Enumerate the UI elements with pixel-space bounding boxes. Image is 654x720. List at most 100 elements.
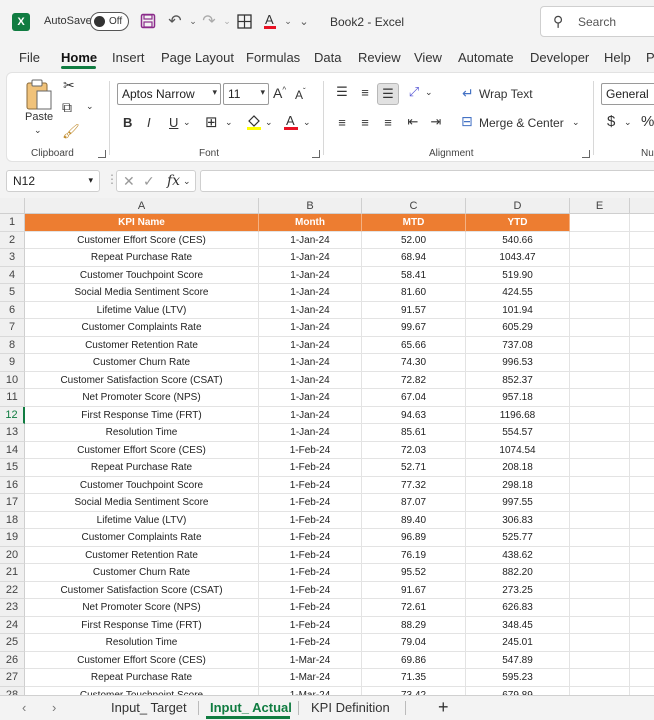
cell[interactable] bbox=[570, 266, 630, 284]
search-box[interactable]: ⚲ Search bbox=[540, 6, 654, 37]
cell[interactable] bbox=[630, 249, 654, 267]
cell[interactable]: Customer Effort Score (CES) bbox=[25, 231, 259, 249]
cell[interactable] bbox=[570, 669, 630, 687]
cell[interactable]: 1-Jan-24 bbox=[259, 371, 362, 389]
orientation-icon[interactable]: ⤢ bbox=[403, 81, 425, 103]
cell[interactable] bbox=[570, 319, 630, 337]
cell[interactable] bbox=[570, 354, 630, 372]
cell[interactable]: 1043.47 bbox=[466, 249, 570, 267]
cell[interactable]: 208.18 bbox=[466, 459, 570, 477]
format-painter-icon[interactable]: 🖌 bbox=[62, 123, 80, 140]
sheet-tab-input-actual[interactable]: Input_ Actual bbox=[210, 700, 292, 715]
cell[interactable] bbox=[630, 389, 654, 407]
cell[interactable] bbox=[570, 581, 630, 599]
cell[interactable] bbox=[570, 546, 630, 564]
align-right-icon[interactable]: ≡ bbox=[377, 111, 399, 133]
cut-icon[interactable]: ✂ bbox=[63, 77, 75, 94]
merge-center-dropdown-icon[interactable]: ⌄ bbox=[572, 117, 580, 128]
cell[interactable]: 1-Jan-24 bbox=[259, 249, 362, 267]
column-header-d[interactable]: D bbox=[466, 198, 570, 214]
cell[interactable]: 58.41 bbox=[362, 266, 466, 284]
cell[interactable]: 737.08 bbox=[466, 336, 570, 354]
cell[interactable]: Customer Touchpoint Score bbox=[25, 266, 259, 284]
cell[interactable]: 1-Jan-24 bbox=[259, 406, 362, 424]
cell[interactable] bbox=[630, 459, 654, 477]
cell[interactable] bbox=[570, 651, 630, 669]
row-header[interactable]: 2 bbox=[0, 231, 25, 249]
cell[interactable] bbox=[570, 599, 630, 617]
row-header[interactable]: 22 bbox=[0, 581, 25, 599]
cell[interactable]: Customer Complaints Rate bbox=[25, 529, 259, 547]
row-header[interactable]: 12 bbox=[0, 406, 25, 424]
cell[interactable] bbox=[630, 424, 654, 442]
alignment-launcher-icon[interactable] bbox=[582, 150, 590, 158]
cell[interactable]: Net Promoter Score (NPS) bbox=[25, 389, 259, 407]
cell[interactable]: Customer Satisfaction Score (CSAT) bbox=[25, 371, 259, 389]
cell[interactable]: 1-Feb-24 bbox=[259, 494, 362, 512]
borders-icon[interactable]: ⊞ bbox=[205, 113, 218, 131]
row-header[interactable]: 7 bbox=[0, 319, 25, 337]
cell[interactable] bbox=[630, 302, 654, 319]
column-header-b[interactable]: B bbox=[259, 198, 362, 214]
cell[interactable]: 1-Jan-24 bbox=[259, 266, 362, 284]
underline-dropdown-icon[interactable]: ⌄ bbox=[183, 117, 191, 128]
cell[interactable]: Customer Churn Rate bbox=[25, 354, 259, 372]
cell[interactable] bbox=[630, 319, 654, 337]
cancel-icon[interactable]: ✕ bbox=[123, 173, 135, 190]
cell[interactable] bbox=[570, 424, 630, 442]
row-header[interactable]: 8 bbox=[0, 336, 25, 354]
cell[interactable]: Repeat Purchase Rate bbox=[25, 249, 259, 267]
clipboard-launcher-icon[interactable] bbox=[98, 150, 106, 158]
tab-data[interactable]: Data bbox=[314, 50, 341, 65]
cell[interactable] bbox=[570, 231, 630, 249]
column-header-f[interactable] bbox=[630, 198, 654, 214]
cell[interactable]: Customer Churn Rate bbox=[25, 564, 259, 582]
select-all-corner[interactable] bbox=[0, 198, 25, 214]
row-header[interactable]: 18 bbox=[0, 511, 25, 529]
cell[interactable]: Customer Touchpoint Score bbox=[25, 686, 259, 695]
cell[interactable]: 68.94 bbox=[362, 249, 466, 267]
cell[interactable]: 81.60 bbox=[362, 284, 466, 302]
cell[interactable]: 52.00 bbox=[362, 231, 466, 249]
increase-indent-icon[interactable]: ⇥ bbox=[425, 111, 447, 133]
tab-insert[interactable]: Insert bbox=[112, 50, 145, 65]
insert-function-button[interactable]: fx bbox=[167, 173, 180, 189]
fx-dropdown-icon[interactable]: ⌄ bbox=[183, 176, 191, 187]
bold-button[interactable]: B bbox=[123, 115, 132, 130]
header-cell[interactable] bbox=[630, 214, 654, 232]
cell[interactable]: 95.52 bbox=[362, 564, 466, 582]
cell[interactable]: 1-Jan-24 bbox=[259, 424, 362, 442]
row-header[interactable]: 17 bbox=[0, 494, 25, 512]
cell[interactable]: 71.35 bbox=[362, 669, 466, 687]
cell[interactable]: 101.94 bbox=[466, 301, 570, 319]
currency-format-button[interactable]: $ bbox=[607, 113, 615, 130]
cell[interactable]: 1-Feb-24 bbox=[259, 634, 362, 652]
cell[interactable] bbox=[630, 599, 654, 617]
cell[interactable]: 519.90 bbox=[466, 266, 570, 284]
confirm-icon[interactable]: ✓ bbox=[143, 173, 155, 190]
cell[interactable] bbox=[570, 284, 630, 302]
cell[interactable]: Lifetime Value (LTV) bbox=[25, 301, 259, 319]
cell[interactable] bbox=[630, 442, 654, 459]
cell[interactable]: 997.55 bbox=[466, 494, 570, 512]
cell[interactable]: 91.67 bbox=[362, 581, 466, 599]
font-name-select[interactable]: Aptos Narrow ▾ bbox=[117, 83, 221, 105]
tab-developer[interactable]: Developer bbox=[530, 50, 589, 65]
cell[interactable]: 554.57 bbox=[466, 424, 570, 442]
cell[interactable]: 298.18 bbox=[466, 476, 570, 494]
header-cell[interactable]: KPI Name bbox=[25, 214, 259, 232]
cell[interactable] bbox=[570, 389, 630, 407]
header-cell[interactable]: Month bbox=[259, 214, 362, 232]
cell[interactable]: 1-Feb-24 bbox=[259, 441, 362, 459]
cell[interactable]: 1-Mar-24 bbox=[259, 651, 362, 669]
cell[interactable] bbox=[630, 372, 654, 389]
cell[interactable] bbox=[630, 337, 654, 354]
cell[interactable]: 1-Feb-24 bbox=[259, 564, 362, 582]
cell[interactable]: Repeat Purchase Rate bbox=[25, 459, 259, 477]
cell[interactable]: 852.37 bbox=[466, 371, 570, 389]
cell[interactable]: 1-Jan-24 bbox=[259, 354, 362, 372]
increase-font-size-icon[interactable]: A^ bbox=[273, 85, 286, 101]
cell[interactable]: 79.04 bbox=[362, 634, 466, 652]
cell[interactable]: 540.66 bbox=[466, 231, 570, 249]
row-header[interactable]: 26 bbox=[0, 651, 25, 669]
